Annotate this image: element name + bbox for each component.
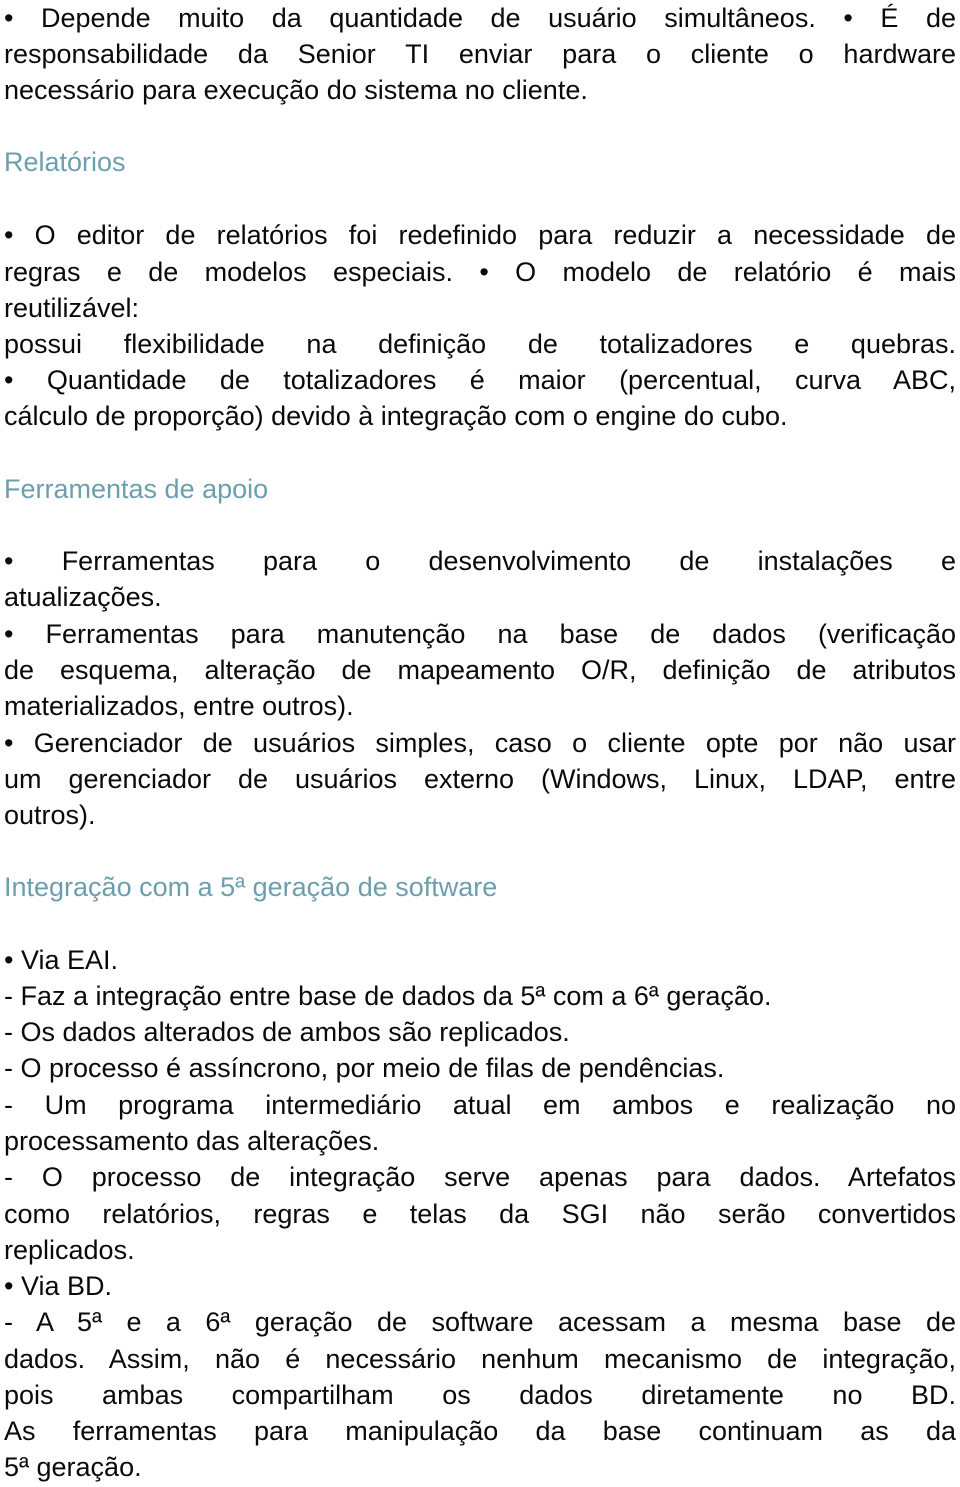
section-heading: Relatórios	[4, 147, 126, 177]
text-line: responsabilidade da Senior TI enviar par…	[4, 39, 956, 69]
text-line: - A 5ª e a 6ª geração de software acessa…	[4, 1307, 956, 1337]
text-line: cálculo de proporção) devido à integraçã…	[4, 401, 788, 431]
text-line: regras e de modelos especiais. • O model…	[4, 257, 956, 287]
text-line: • Quantidade de totalizadores é maior (p…	[4, 365, 956, 395]
text-line: como relatórios, regras e telas da SGI n…	[4, 1199, 956, 1229]
text-line: As ferramentas para manipulação da base …	[4, 1416, 956, 1446]
text-line: possui flexibilidade na definição de tot…	[4, 329, 956, 359]
text-line: • Ferramentas para manutenção na base de…	[4, 619, 956, 649]
section-heading: Integração com a 5ª geração de software	[4, 872, 498, 902]
text-line: • Ferramentas para o desenvolvimento de …	[4, 546, 956, 576]
text-line: um gerenciador de usuários externo (Wind…	[4, 764, 956, 794]
text-line: • Depende muito da quantidade de usuário…	[4, 3, 956, 33]
text-line: • O editor de relatórios foi redefinido …	[4, 220, 956, 250]
text-line: dados. Assim, não é necessário nenhum me…	[4, 1344, 956, 1374]
text-line: processamento das alterações.	[4, 1126, 380, 1156]
text-line: outros).	[4, 800, 96, 830]
section-heading: Ferramentas de apoio	[4, 474, 269, 504]
text-line: reutilizável:	[4, 293, 140, 323]
text-line: atualizações.	[4, 582, 162, 612]
text-line: materializados, entre outros).	[4, 691, 354, 721]
text-line: - O processo de integração serve apenas …	[4, 1162, 956, 1192]
text-line: - Os dados alterados de ambos são replic…	[4, 1017, 570, 1047]
text-line: • Via EAI.	[4, 945, 119, 975]
text-line: 5ª geração.	[4, 1452, 142, 1482]
text-line: - Um programa intermediário atual em amb…	[4, 1090, 956, 1120]
text-line: - O processo é assíncrono, por meio de f…	[4, 1053, 725, 1083]
text-line: de esquema, alteração de mapeamento O/R,…	[4, 655, 956, 685]
text-line: • Gerenciador de usuários simples, caso …	[4, 728, 956, 758]
text-line: - Faz a integração entre base de dados d…	[4, 981, 772, 1011]
text-line: necessário para execução do sistema no c…	[4, 75, 588, 105]
text-line: • Via BD.	[4, 1271, 112, 1301]
text-line: pois ambas compartilham os dados diretam…	[4, 1380, 956, 1410]
text-line: replicados.	[4, 1235, 135, 1265]
